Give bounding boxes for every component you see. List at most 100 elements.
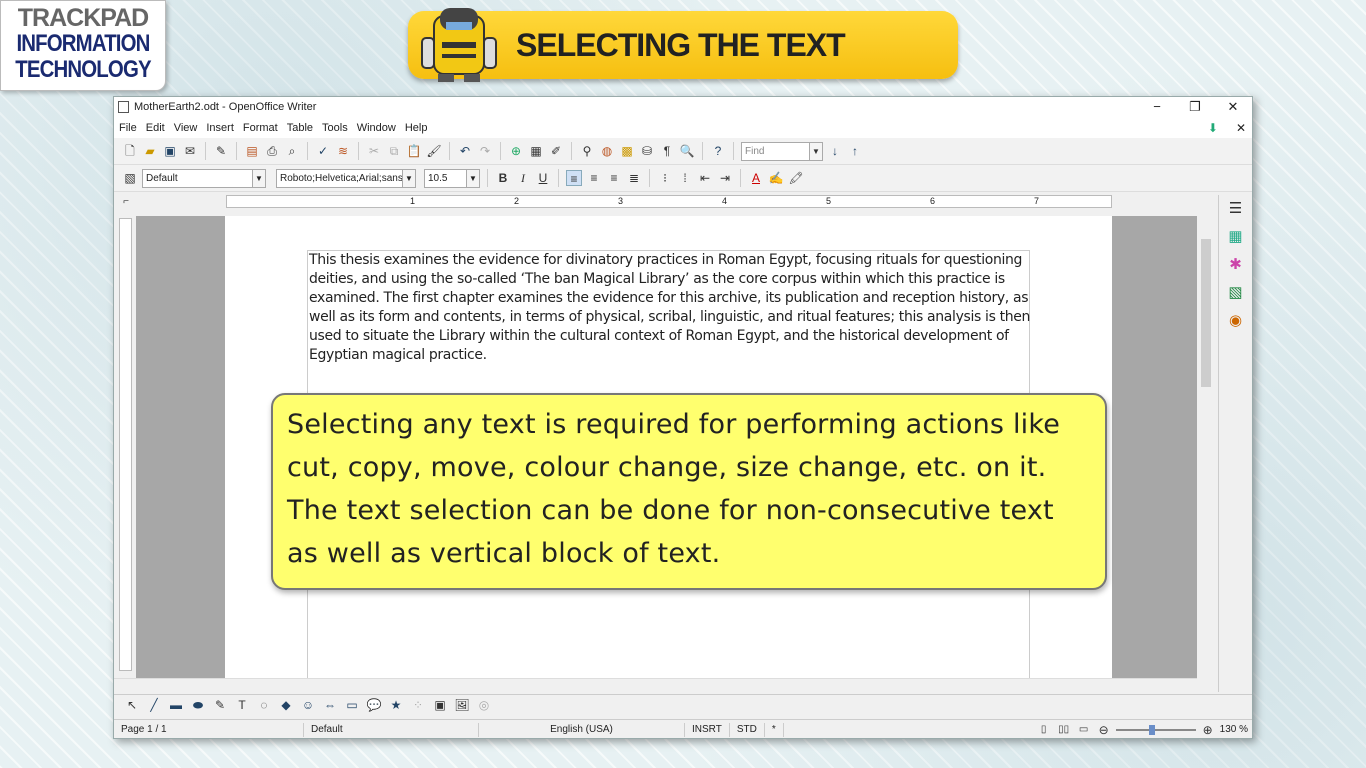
menu-window[interactable]: Window — [357, 122, 396, 134]
highlight-icon[interactable]: ✍ — [768, 170, 784, 186]
redo-icon[interactable]: ↷ — [477, 143, 493, 159]
ellipse-icon[interactable]: ⬬ — [190, 697, 206, 713]
fontwork-icon[interactable]: ▣ — [432, 697, 448, 713]
hyperlink-icon[interactable]: ⊕ — [508, 143, 524, 159]
undo-icon[interactable]: ↶ — [457, 143, 473, 159]
freeform-icon[interactable]: ✎ — [212, 697, 228, 713]
zoom-slider-thumb[interactable] — [1148, 724, 1155, 735]
align-right-icon[interactable]: ≡ — [606, 170, 622, 186]
sidebar-menu-icon[interactable]: ☰ — [1228, 201, 1244, 217]
single-page-view-icon[interactable]: ▯ — [1036, 722, 1052, 738]
data-sources-icon[interactable]: ⛁ — [639, 143, 655, 159]
print-preview-icon[interactable]: ⌕ — [284, 143, 300, 159]
bold-button[interactable]: B — [495, 170, 511, 186]
find-replace-icon[interactable]: ⚲ — [579, 143, 595, 159]
align-center-icon[interactable]: ≡ — [586, 170, 602, 186]
select-arrow-icon[interactable]: ↖ — [124, 697, 140, 713]
menu-tools[interactable]: Tools — [322, 122, 348, 134]
spellcheck-icon[interactable]: ✓ — [315, 143, 331, 159]
zoom-level[interactable]: 130 % — [1220, 724, 1248, 735]
page-style[interactable]: Default — [304, 722, 479, 737]
scrollbar-thumb[interactable] — [1201, 239, 1211, 387]
symbol-shapes-icon[interactable]: ☺ — [300, 697, 316, 713]
font-color-icon[interactable]: A — [748, 170, 764, 186]
callout-icon[interactable]: ◌ — [256, 697, 272, 713]
close-document-button[interactable]: ✕ — [1236, 121, 1246, 135]
save-icon[interactable]: ▣ — [162, 143, 178, 159]
increase-indent-icon[interactable]: ⇥ — [717, 170, 733, 186]
zoom-slider[interactable] — [1115, 724, 1196, 735]
align-left-icon[interactable]: ≡ — [566, 170, 582, 186]
zoom-icon[interactable]: 🔍 — [679, 143, 695, 159]
justify-icon[interactable]: ≣ — [626, 170, 642, 186]
chevron-down-icon[interactable]: ▼ — [466, 169, 479, 187]
page-indicator[interactable]: Page 1 / 1 — [114, 722, 304, 737]
menu-file[interactable]: File — [119, 122, 137, 134]
ruler-bar[interactable]: 1 2 3 4 5 6 7 — [226, 195, 1112, 208]
properties-icon[interactable]: ▦ — [1228, 229, 1244, 245]
maximize-button[interactable]: ❐ — [1176, 99, 1214, 115]
menu-view[interactable]: View — [174, 122, 198, 134]
background-color-icon[interactable]: 🖍 — [788, 170, 804, 186]
decrease-indent-icon[interactable]: ⇤ — [697, 170, 713, 186]
menu-table[interactable]: Table — [287, 122, 313, 134]
block-arrows-icon[interactable]: ⇔ — [322, 697, 338, 713]
table-icon[interactable]: ▦ — [528, 143, 544, 159]
document-paragraph[interactable]: This thesis examines the evidence for di… — [309, 251, 1032, 365]
cut-icon[interactable]: ✂ — [366, 143, 382, 159]
autospellcheck-icon[interactable]: ≋ — [335, 143, 351, 159]
insert-image-icon[interactable]: 🖼 — [454, 697, 470, 713]
menu-help[interactable]: Help — [405, 122, 428, 134]
navigator-sidebar-icon[interactable]: ◉ — [1228, 313, 1244, 329]
points-icon[interactable]: ⁘ — [410, 697, 426, 713]
paragraph-style-select[interactable]: Default ▼ — [142, 168, 266, 188]
line-icon[interactable]: ╱ — [146, 697, 162, 713]
underline-button[interactable]: U — [535, 170, 551, 186]
zoom-out-icon[interactable]: ⊖ — [1096, 722, 1112, 738]
zoom-in-icon[interactable]: ⊕ — [1200, 722, 1216, 738]
book-view-icon[interactable]: ▭ — [1076, 722, 1092, 738]
horizontal-scrollbar[interactable] — [114, 678, 1197, 692]
print-icon[interactable]: ⎙ — [264, 143, 280, 159]
open-folder-icon[interactable]: ▰ — [142, 143, 158, 159]
rectangle-icon[interactable]: ▬ — [168, 697, 184, 713]
font-name-select[interactable]: Roboto;Helvetica;Arial;sans ▼ — [276, 168, 416, 188]
help-icon[interactable]: ? — [710, 143, 726, 159]
bullets-icon[interactable]: ⁞ — [677, 170, 693, 186]
chevron-down-icon[interactable]: ▼ — [402, 169, 415, 187]
find-next-icon[interactable]: ↓ — [827, 143, 843, 159]
paste-icon[interactable]: 📋 — [406, 143, 422, 159]
find-input[interactable]: Find ▼ — [741, 141, 823, 161]
minimize-button[interactable]: − — [1138, 99, 1176, 115]
email-icon[interactable]: ✉ — [182, 143, 198, 159]
font-size-select[interactable]: 10.5 ▼ — [424, 168, 480, 188]
numbering-icon[interactable]: ⁝ — [657, 170, 673, 186]
insert-mode[interactable]: INSRT — [685, 722, 730, 737]
formatting-marks-icon[interactable]: ¶ — [659, 143, 675, 159]
styles-icon[interactable]: ✱ — [1228, 257, 1244, 273]
update-icon[interactable]: ⬇ — [1208, 121, 1218, 135]
text-icon[interactable]: T — [234, 697, 250, 713]
multi-page-view-icon[interactable]: ▯▯ — [1056, 722, 1072, 738]
find-dropdown-icon[interactable]: ▼ — [809, 142, 822, 160]
export-pdf-icon[interactable]: ▤ — [244, 143, 260, 159]
callouts-icon[interactable]: 💬 — [366, 697, 382, 713]
gallery-icon[interactable]: ▩ — [619, 143, 635, 159]
show-draw-functions-icon[interactable]: ✐ — [548, 143, 564, 159]
basic-shapes-icon[interactable]: ◆ — [278, 697, 294, 713]
menu-format[interactable]: Format — [243, 122, 278, 134]
copy-icon[interactable]: ⧉ — [386, 143, 402, 159]
language-indicator[interactable]: English (USA) — [479, 722, 685, 737]
chevron-down-icon[interactable]: ▼ — [252, 169, 265, 187]
vertical-scrollbar[interactable] — [1199, 195, 1213, 679]
find-previous-icon[interactable]: ↑ — [847, 143, 863, 159]
stars-icon[interactable]: ★ — [388, 697, 404, 713]
gallery-sidebar-icon[interactable]: ▧ — [1228, 285, 1244, 301]
styles-formatting-icon[interactable]: ▧ — [122, 170, 138, 186]
tab-stop-icon[interactable]: ⌐ — [118, 194, 134, 210]
italic-button[interactable]: I — [515, 170, 531, 186]
menu-edit[interactable]: Edit — [146, 122, 165, 134]
close-button[interactable]: ✕ — [1214, 99, 1252, 115]
menu-insert[interactable]: Insert — [206, 122, 234, 134]
extrusion-icon[interactable]: ◎ — [476, 697, 492, 713]
